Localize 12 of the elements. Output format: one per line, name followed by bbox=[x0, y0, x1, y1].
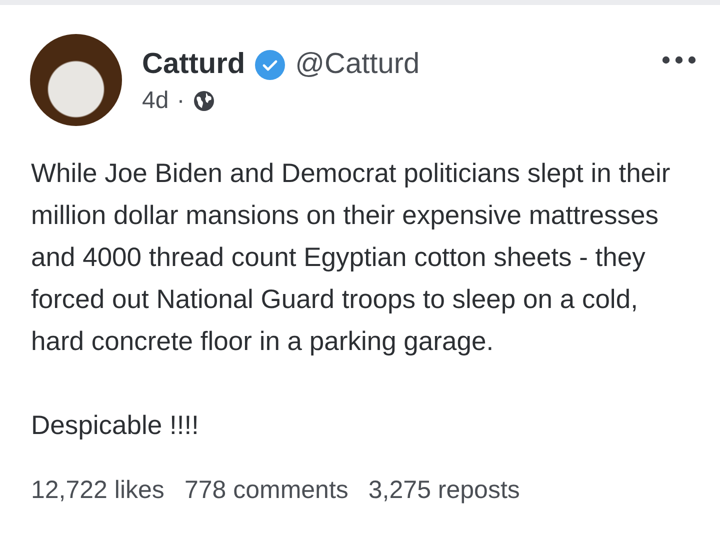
post-text: Despicable !!!! bbox=[31, 409, 200, 442]
more-options-button[interactable] bbox=[662, 56, 696, 64]
post-stat[interactable]: 12,722 likes bbox=[31, 476, 164, 505]
separator-dot: · bbox=[176, 87, 185, 115]
author-name[interactable]: Catturd bbox=[142, 48, 246, 81]
post-stat[interactable]: 778 comments bbox=[184, 476, 348, 505]
post-stat[interactable]: 3,275 reposts bbox=[368, 476, 520, 505]
post-time: 4d bbox=[142, 87, 169, 115]
post-text: While Joe Biden and Democrat politicians slept in their million dollar mansions on their expensive mattresses and 4000 thread count Egyptian cotton sheets - they forced out National Guard troops to sleep on a cold, hard concrete floor in a parking garage. bbox=[31, 157, 672, 358]
more-options-icon bbox=[662, 56, 696, 64]
globe-icon bbox=[192, 90, 215, 112]
author-handle[interactable]: @Catturd bbox=[295, 48, 420, 81]
